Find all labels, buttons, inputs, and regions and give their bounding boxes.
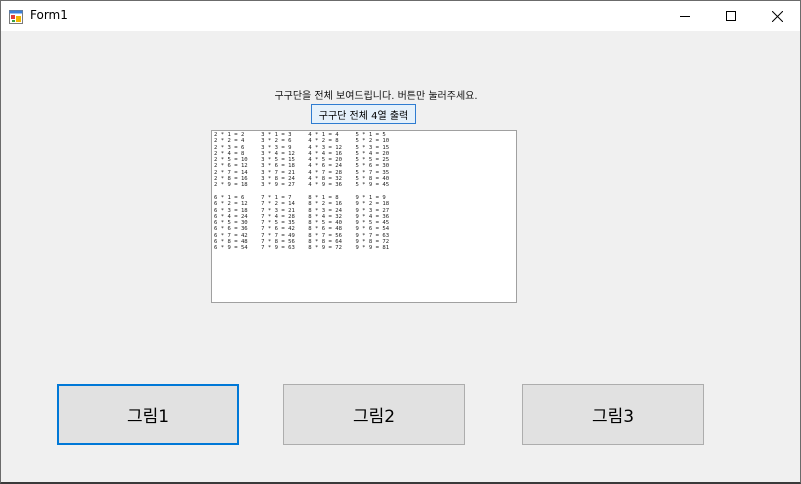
picture1-button[interactable]: 그림1 <box>57 384 239 445</box>
title-bar[interactable]: Form1 <box>1 1 800 31</box>
close-button[interactable] <box>754 1 800 31</box>
maximize-button[interactable] <box>708 1 754 31</box>
print-multiplication-table-button[interactable]: 구구단 전체 4열 출력 <box>311 104 416 124</box>
minimize-button[interactable] <box>662 1 708 31</box>
multiplication-table-text: 2 * 1 = 2 3 * 1 = 3 4 * 1 = 4 5 * 1 = 5 … <box>214 132 390 252</box>
minimize-icon <box>680 11 690 21</box>
close-icon <box>771 10 783 22</box>
maximize-icon <box>726 11 736 21</box>
multiplication-table-textbox[interactable]: 2 * 1 = 2 3 * 1 = 3 4 * 1 = 4 5 * 1 = 5 … <box>211 130 517 303</box>
app-icon <box>9 9 23 24</box>
picture3-button[interactable]: 그림3 <box>522 384 704 445</box>
window-title: Form1 <box>30 8 68 22</box>
instruction-label: 구구단을 전체 보여드립니다. 버튼만 눌러주세요. <box>274 91 478 102</box>
picture2-button[interactable]: 그림2 <box>283 384 465 445</box>
form1-window: Form1 구구단을 전체 보여드립니다. 버튼만 눌러주세요. 구구단 전체 … <box>0 0 801 484</box>
